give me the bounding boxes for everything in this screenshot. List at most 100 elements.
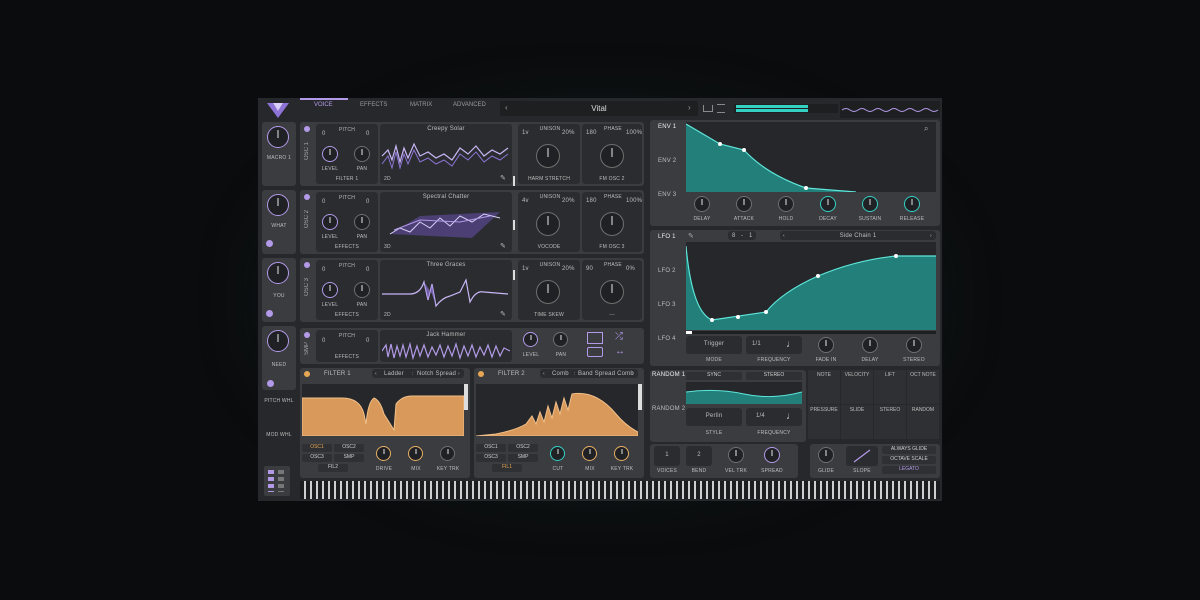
tab-lfo-2[interactable]: LFO 2 [658, 268, 676, 274]
osc-3-pan-knob[interactable] [354, 282, 370, 298]
osc-1-edit-icon[interactable]: ✎ [500, 174, 506, 182]
mod-source-lift[interactable]: LIFT [874, 370, 906, 404]
osc-1-level-knob[interactable] [322, 146, 338, 162]
osc-1-dest[interactable]: FILTER 1 [316, 176, 378, 182]
osc-2-dest[interactable]: EFFECTS [316, 244, 378, 250]
spread-knob[interactable] [764, 447, 780, 463]
osc-2-edit-icon[interactable]: ✎ [500, 242, 506, 250]
mod-source-oct-note[interactable]: OCT NOTE [907, 370, 939, 404]
osc-1-pitch-right[interactable]: 0 [366, 131, 370, 137]
sample-display[interactable]: Jack Hammer [380, 330, 512, 362]
logo-icon[interactable] [264, 100, 292, 120]
macro-1-knob[interactable] [267, 126, 289, 148]
osc-1-mod-b-knob[interactable] [600, 144, 624, 168]
osc-2-mod-a-knob[interactable] [536, 212, 560, 236]
mod-source-velocity[interactable]: VELOCITY [841, 370, 873, 404]
osc-3-phase-pct[interactable]: 0% [626, 266, 635, 272]
tab-lfo-4[interactable]: LFO 4 [658, 336, 676, 342]
lfo-grid-x[interactable]: 8 - 1 [728, 231, 756, 240]
filter-1-slider[interactable] [464, 384, 468, 410]
osc-2-mod-b-label[interactable]: FM OSC 3 [582, 244, 642, 250]
osc-1-mod-a-knob[interactable] [536, 144, 560, 168]
filter-2-input-osc1[interactable]: OSC1 [476, 444, 506, 452]
sampler-dest[interactable]: EFFECTS [316, 354, 378, 360]
bounce-icon[interactable]: ↔ [615, 346, 625, 357]
osc-2-unison-voices[interactable]: 4v [522, 198, 529, 204]
filter-1-model[interactable]: ‹ Ladder : Notch Spread › [372, 369, 464, 378]
filter-1-response[interactable] [301, 384, 465, 437]
filter-2-mix-knob[interactable] [582, 446, 597, 461]
osc-1-unison-pct[interactable]: 20% [562, 130, 575, 136]
piano-keyboard[interactable] [300, 481, 940, 499]
tab-matrix[interactable]: MATRIX [410, 102, 432, 108]
macro-4-mod-icon[interactable] [267, 380, 274, 387]
osc-3-wavetable[interactable]: Three Graces 2D ✎ [380, 260, 512, 320]
filter-2-model[interactable]: ‹ Comb : Band Spread Comb › [540, 369, 638, 378]
macro-4-knob[interactable] [267, 330, 289, 352]
save-icon[interactable] [703, 105, 713, 112]
osc-1-unison-voices[interactable]: 1v [522, 130, 529, 136]
osc-2-mod-b-knob[interactable] [600, 212, 624, 236]
lfo-preset[interactable]: ‹ Side Chain 1 › [780, 231, 936, 240]
random-stereo[interactable]: STEREO [746, 372, 802, 380]
osc-1-phase-pct[interactable]: 100% [626, 130, 642, 136]
tab-random-1[interactable]: RANDOM 1 [652, 372, 685, 378]
osc-2-enable[interactable] [304, 194, 310, 200]
macro-2-knob[interactable] [267, 194, 289, 216]
mod-source-stereo[interactable]: STEREO [874, 405, 906, 439]
always-glide-toggle[interactable]: ALWAYS GLIDE [882, 446, 936, 454]
random-frequency[interactable]: 1/4 ♩ [746, 408, 802, 426]
loop-icon[interactable] [587, 347, 603, 357]
osc-3-phase-left[interactable]: 90 [586, 266, 593, 272]
macro-3-mod-icon[interactable] [266, 310, 273, 317]
preset-next-icon[interactable]: › [688, 103, 691, 112]
tab-advanced[interactable]: ADVANCED [453, 102, 486, 108]
keyboard-toggle-icon[interactable] [264, 466, 290, 496]
osc-2-unison-bar[interactable] [513, 220, 515, 230]
sampler-pitch-right[interactable]: 0 [366, 338, 370, 344]
lfo-delay-knob[interactable] [862, 337, 878, 353]
filter-1-fil-btn[interactable]: FIL2 [318, 464, 348, 472]
filter-2-input-smp[interactable]: SMP [508, 454, 538, 462]
osc-1-phase-left[interactable]: 180 [586, 130, 597, 136]
volume-meter[interactable] [734, 104, 838, 113]
osc-1-pan-knob[interactable] [354, 146, 370, 162]
mod-source-note[interactable]: NOTE [808, 370, 840, 404]
env-decay-knob[interactable] [820, 196, 836, 212]
osc-3-level-knob[interactable] [322, 282, 338, 298]
filter-2-input-osc2[interactable]: OSC2 [508, 444, 538, 452]
osc-1-dim[interactable]: 2D [384, 176, 391, 182]
osc-1-wavetable[interactable]: Creepy Solar 2D ✎ [380, 124, 512, 184]
mod-source-pressure[interactable]: PRESSURE [808, 405, 840, 439]
envelope-graph[interactable]: ⌕ [685, 122, 936, 193]
filter-1-drive-knob[interactable] [376, 446, 391, 461]
slope-box[interactable] [846, 446, 878, 466]
osc-2-wavetable[interactable]: Spectral Chatter 3D ✎ [380, 192, 512, 252]
osc-3-unison-voices[interactable]: 1v [522, 266, 529, 272]
tab-random-2[interactable]: RANDOM 2 [652, 406, 685, 412]
lfo-stereo-knob[interactable] [906, 337, 922, 353]
tab-env-3[interactable]: ENV 3 [658, 192, 676, 198]
sampler-pan-knob[interactable] [553, 332, 568, 347]
osc-3-mod-b-label[interactable]: --- [582, 312, 642, 318]
pitch-wheel-label[interactable]: PITCH WHL [262, 398, 296, 404]
random-sync[interactable]: SYNC [686, 372, 742, 380]
filter-2-keytrk-knob[interactable] [614, 446, 629, 461]
lfo-frequency[interactable]: 1/1 ♩ [746, 336, 802, 354]
osc-3-pitch-right[interactable]: 0 [366, 267, 370, 273]
glide-knob[interactable] [818, 447, 834, 463]
osc-2-dim[interactable]: 3D [384, 244, 391, 250]
random-style[interactable]: Perlin [686, 408, 742, 426]
osc-3-mod-a-knob[interactable] [536, 280, 560, 304]
osc-2-mod-a-label[interactable]: VOCODE [518, 244, 580, 250]
mod-wheel-label[interactable]: MOD WHL [262, 432, 296, 438]
osc-2-phase-left[interactable]: 180 [586, 198, 597, 204]
tab-lfo-1[interactable]: LFO 1 [658, 234, 676, 240]
filter-1-enable[interactable] [304, 371, 310, 377]
osc-2-unison-pct[interactable]: 20% [562, 198, 575, 204]
mod-source-random[interactable]: RANDOM [907, 405, 939, 439]
filter-1-input-osc1[interactable]: OSC1 [302, 444, 332, 452]
filter-1-input-osc3[interactable]: OSC3 [302, 454, 332, 462]
osc-3-edit-icon[interactable]: ✎ [500, 310, 506, 318]
osc-3-dim[interactable]: 2D [384, 312, 391, 318]
